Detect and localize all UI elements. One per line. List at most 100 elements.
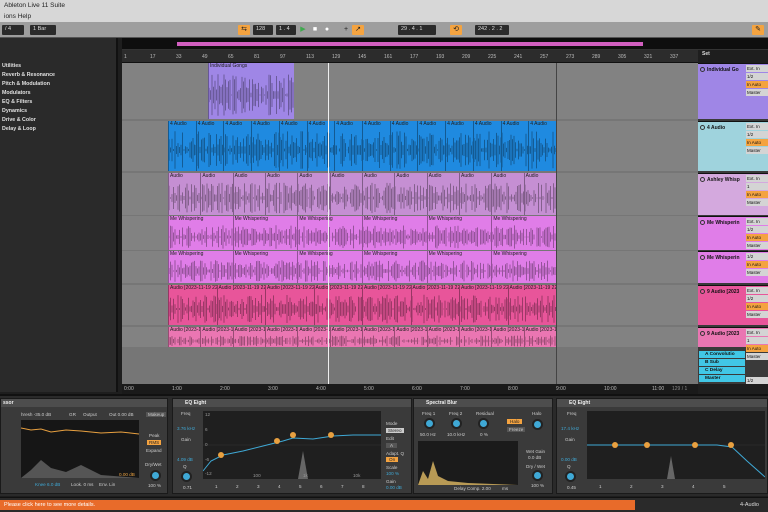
meter-field[interactable]: 1 . 4 <box>276 25 296 35</box>
record-icon[interactable]: ● <box>321 25 333 35</box>
audio-clip[interactable]: Me Whispering <box>168 216 233 250</box>
track-io[interactable]: 1 <box>746 337 768 344</box>
track-activator-icon[interactable] <box>700 67 705 72</box>
track-io[interactable]: Ext. In <box>746 287 768 294</box>
freeze-button[interactable]: Freeze <box>507 427 526 432</box>
track-header[interactable]: 9 Audio [2023 Ext. In 1 In Auto Master <box>698 327 768 360</box>
loop-icon[interactable]: ⟲ <box>450 25 462 35</box>
eq-display[interactable] <box>202 411 381 479</box>
track-name[interactable]: 9 Audio [2023 <box>699 287 746 297</box>
band-button[interactable]: 1 <box>215 484 218 489</box>
audio-clip[interactable]: Audio [2023-11-19 222 <box>216 285 265 325</box>
audio-clip[interactable]: Audio <box>523 173 556 215</box>
add-icon[interactable]: + <box>340 25 352 35</box>
stop-icon[interactable]: ■ <box>309 25 321 35</box>
adapt-button[interactable]: On <box>386 457 399 462</box>
audio-clip[interactable]: Me Whispering <box>232 251 298 283</box>
audio-clip[interactable]: Me Whispering <box>491 216 556 250</box>
rms-button[interactable]: RMS <box>147 440 162 445</box>
peak-button[interactable]: Peak <box>149 433 159 438</box>
gain-readout[interactable]: 0.00 dB <box>561 457 577 462</box>
audio-clip[interactable]: Me Whispering <box>297 251 362 283</box>
q-readout[interactable]: 0.71 <box>183 485 192 490</box>
track-io[interactable]: In Auto <box>746 234 768 241</box>
lookahead-readout[interactable]: Look. 0 ms <box>71 482 93 487</box>
q-readout[interactable]: 0.45 <box>567 485 576 490</box>
q-knob[interactable] <box>565 471 576 482</box>
audio-clip[interactable]: Audio <box>459 173 492 215</box>
compressor-display[interactable] <box>20 420 140 478</box>
audio-clip[interactable]: 4 Audio <box>306 121 335 171</box>
audio-clip[interactable]: Audio <box>491 173 524 215</box>
audio-clip[interactable]: 4 Audio <box>472 121 501 171</box>
track-io[interactable]: Master <box>746 242 768 249</box>
track-name[interactable]: Individual Go <box>699 65 746 75</box>
loop-length-field[interactable]: 242 . 2 . 2 <box>475 25 509 35</box>
residual-readout[interactable]: 0 % <box>480 432 488 437</box>
gr-label[interactable]: GR <box>69 412 76 417</box>
track-name[interactable]: 9 Audio [2023 <box>699 329 746 339</box>
master-io[interactable]: 1/2 <box>746 377 768 384</box>
track-header[interactable]: 9 Audio [2023 Ext. In 1/2 In Auto Master <box>698 285 768 325</box>
track-io[interactable]: Master <box>746 269 768 276</box>
track-io[interactable]: Ext. In <box>746 218 768 225</box>
audio-clip[interactable]: Individual Gongs <box>208 63 294 119</box>
browser-item[interactable]: Dynamics <box>2 108 27 114</box>
audio-clip[interactable]: Audio [2023-11-19 222808 <box>265 327 298 347</box>
audio-clip[interactable]: Me Whispering <box>362 251 427 283</box>
audio-clip[interactable]: 4 Audio <box>334 121 362 171</box>
track-activator-icon[interactable] <box>700 255 705 260</box>
playhead[interactable] <box>328 63 329 384</box>
audio-clip[interactable]: 4 Audio <box>389 121 418 171</box>
track-header[interactable]: Me Whisperin 1/2 In Auto Master <box>698 251 768 283</box>
track-name[interactable]: Me Whisperin <box>699 218 746 228</box>
audio-clip[interactable]: 4 Audio <box>195 121 224 171</box>
threshold-readout[interactable]: hresh -35.0 dB <box>21 412 51 417</box>
track-lane[interactable]: Audio [2023-11-19 222 Audio [2023-11-19 2… <box>122 285 698 325</box>
arrangement-view[interactable]: Individual Gongs 4 Audio 4 Audio 4 Audio 4 A… <box>122 63 698 384</box>
track-io[interactable]: 1/2 <box>746 253 768 260</box>
return-track[interactable]: C Delay <box>699 367 745 374</box>
audio-clip[interactable]: Audio [2023-11-19 222 <box>507 285 556 325</box>
track-header[interactable]: Me Whisperin Ext. In 1/2 In Auto Master <box>698 216 768 250</box>
browser-item[interactable]: Reverb & Resonance <box>2 72 55 78</box>
menu-bar[interactable]: ions Help <box>0 12 768 22</box>
track-header[interactable]: Ashley Whisp Ext. In 1 In Auto Master <box>698 173 768 215</box>
track-name[interactable]: Ashley Whisp <box>699 175 746 185</box>
audio-clip[interactable]: 4 Audio <box>362 121 390 171</box>
position-field[interactable]: 29 . 4 . 1 <box>398 25 436 35</box>
band-button[interactable]: 3 <box>257 484 260 489</box>
track-io[interactable]: Master <box>746 311 768 318</box>
band-button[interactable]: 1 <box>599 484 602 489</box>
audio-clip[interactable]: Audio [2023-11-19 222808 <box>297 327 330 347</box>
track-lane[interactable]: Me Whispering Me Whispering Me Whispering M… <box>122 216 698 250</box>
band-button[interactable]: 7 <box>341 484 344 489</box>
band-button[interactable]: 4 <box>692 484 695 489</box>
track-io[interactable]: In Auto <box>746 81 768 88</box>
track-io[interactable]: 1/2 <box>746 226 768 233</box>
tap-button[interactable]: ⇆ <box>238 25 250 35</box>
gain-readout[interactable]: 0.00 dB <box>119 472 135 477</box>
audio-clip[interactable]: Me Whispering <box>426 251 492 283</box>
band-button[interactable]: 2 <box>236 484 239 489</box>
audio-clip[interactable]: Audio [2023-11-19 222808 <box>394 327 427 347</box>
audio-clip[interactable]: Audio <box>265 173 298 215</box>
track-activator-icon[interactable] <box>700 177 705 182</box>
audio-clip[interactable]: Audio [2023-11-19 222808 <box>200 327 233 347</box>
track-header[interactable]: Individual Go Ext. In 1/2 In Auto Master <box>698 63 768 119</box>
audio-clip[interactable]: Audio <box>200 173 233 215</box>
audio-clip[interactable]: 4 Audio <box>445 121 473 171</box>
browser-item[interactable]: Delay & Loop <box>2 126 36 132</box>
audio-clip[interactable]: Audio <box>329 173 362 215</box>
browser-item[interactable]: Modulators <box>2 90 31 96</box>
track-io[interactable]: 1/2 <box>746 295 768 302</box>
play-icon[interactable]: ▶ <box>297 25 309 35</box>
track-io[interactable]: Ext. In <box>746 123 768 130</box>
audio-clip[interactable]: 4 Audio <box>528 121 556 171</box>
track-activator-icon[interactable] <box>700 125 705 130</box>
track-io[interactable]: 1/2 <box>746 131 768 138</box>
drywet-knob[interactable] <box>532 470 543 481</box>
audio-clip[interactable]: Audio [2023-11-19 222 <box>313 285 362 325</box>
return-track[interactable]: A Convolutio <box>699 351 745 358</box>
overview-strip[interactable] <box>122 38 768 50</box>
